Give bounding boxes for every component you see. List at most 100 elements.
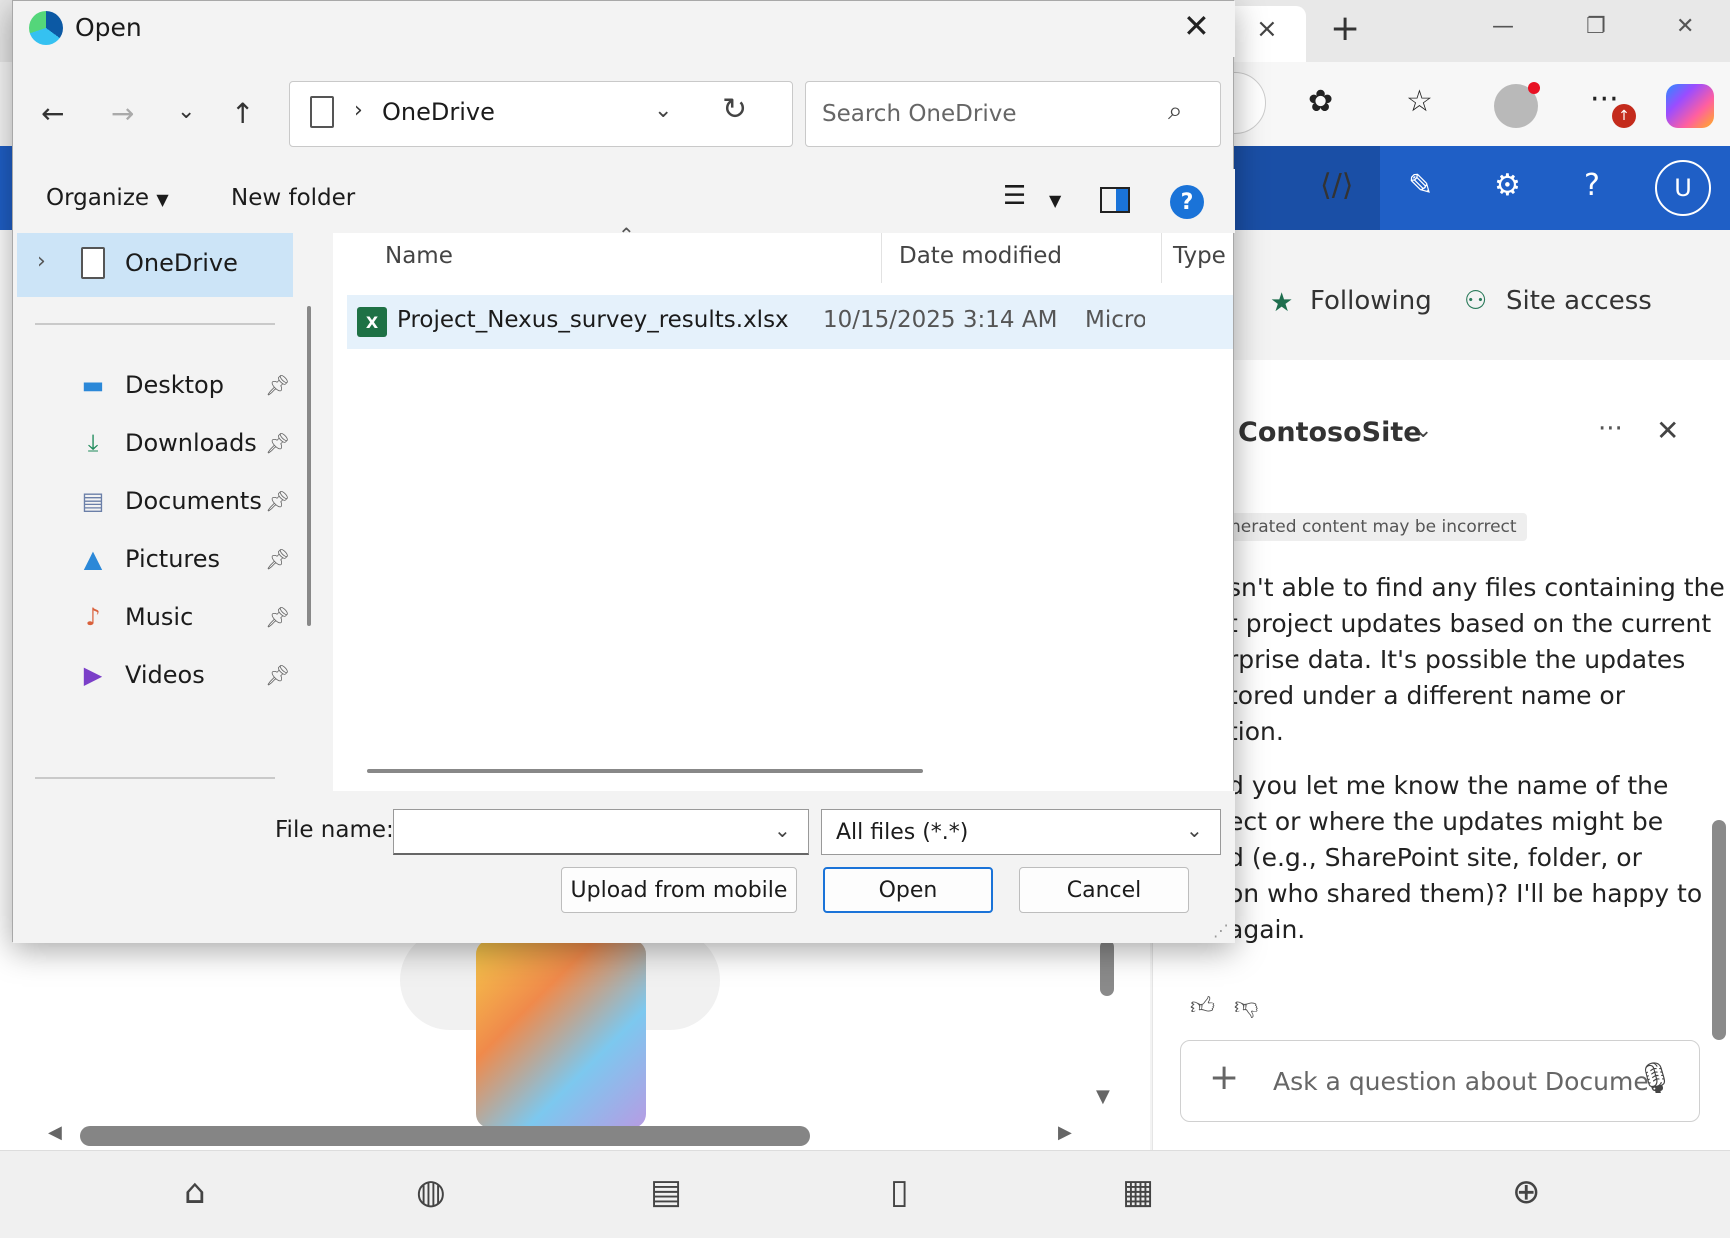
pin-icon[interactable]: 📌︎ [265, 605, 290, 629]
forward-arrow-icon[interactable]: → [111, 97, 134, 130]
new-tab-icon[interactable]: + [1330, 8, 1360, 49]
nav-item-desktop[interactable]: ▬ Desktop 📌︎ [13, 357, 313, 413]
content-scrollbar-thumb[interactable] [1100, 940, 1114, 996]
scroll-right-arrow-icon[interactable]: ▶ [1058, 1122, 1072, 1143]
close-icon[interactable]: ✕ [1183, 7, 1210, 45]
address-bar[interactable]: › OneDrive ⌄ ↻ [289, 81, 793, 147]
chevron-down-icon[interactable]: ⌄ [1186, 818, 1203, 842]
thumbs-up-icon[interactable]: 👍︎ [1190, 992, 1215, 1021]
list-icon[interactable]: ▦ [1122, 1172, 1154, 1212]
file-name-input[interactable] [402, 816, 742, 848]
copilot-panel [1152, 360, 1730, 1150]
copilot-more-icon[interactable]: ··· [1598, 414, 1623, 444]
code-icon[interactable]: ⟨/⟩ [1320, 168, 1354, 203]
user-avatar[interactable]: U [1655, 160, 1711, 216]
copilot-ask-box[interactable]: + Ask a question about Docume 🎙︎ [1180, 1040, 1700, 1122]
recent-locations-chevron-icon[interactable]: ⌄ [177, 99, 195, 124]
copilot-icon[interactable] [1666, 84, 1714, 128]
nav-item-pictures[interactable]: ▲ Pictures 📌︎ [13, 531, 313, 587]
pin-icon[interactable]: 📌︎ [265, 489, 290, 513]
expand-chevron-icon[interactable]: › [37, 249, 46, 274]
caret-down-icon[interactable]: ▼ [156, 190, 168, 209]
horizontal-scrollbar-thumb[interactable] [80, 1126, 810, 1146]
up-arrow-icon[interactable]: ↑ [231, 97, 254, 130]
news-icon[interactable]: ▤ [650, 1172, 682, 1212]
copilot-close-icon[interactable]: ✕ [1656, 414, 1679, 447]
site-access-button[interactable]: Site access [1506, 286, 1652, 316]
tab-close-icon[interactable]: × [1256, 14, 1278, 44]
scroll-down-arrow-icon[interactable]: ▼ [1096, 1086, 1110, 1107]
ask-placeholder[interactable]: Ask a question about Docume [1273, 1067, 1649, 1096]
nav-item-music[interactable]: ♪ Music 📌︎ [13, 589, 313, 645]
file-row[interactable]: X Project_Nexus_survey_results.xlsx 10/1… [347, 295, 1233, 349]
globe-icon[interactable]: ◍ [416, 1172, 446, 1212]
upload-from-mobile-button[interactable]: Upload from mobile [561, 867, 797, 913]
open-button[interactable]: Open [823, 867, 993, 913]
file-list-pane: ⌃ Name Date modified Type X Project_Nexu… [333, 223, 1233, 791]
message-line: tored under a different name or [1228, 681, 1625, 710]
file-list-hscrollbar[interactable] [367, 769, 923, 773]
page-icon [310, 96, 334, 128]
search-icon[interactable]: ⌕ [1168, 96, 1183, 127]
add-circle-icon[interactable]: ⊕ [1512, 1172, 1541, 1212]
preview-pane-icon[interactable] [1100, 187, 1130, 213]
videos-icon: ▶ [83, 661, 103, 689]
following-button[interactable]: Following [1310, 286, 1432, 316]
extensions-icon[interactable]: ✿ [1308, 84, 1333, 119]
chevron-down-icon[interactable]: ⌄ [654, 98, 672, 123]
cancel-button[interactable]: Cancel [1019, 867, 1189, 913]
refresh-icon[interactable]: ↻ [722, 92, 747, 127]
organize-button[interactable]: Organize ▼ [46, 185, 169, 211]
home-icon[interactable]: ⌂ [184, 1172, 206, 1212]
settings-icon[interactable]: ⚙ [1494, 168, 1521, 203]
file-type-value[interactable]: All files (*.*) [836, 820, 968, 845]
edge-logo-icon [29, 11, 63, 45]
column-header-type[interactable]: Type [1173, 243, 1226, 269]
breadcrumb-separator-icon[interactable]: › [354, 98, 363, 123]
pin-icon[interactable]: 📌︎ [265, 373, 290, 397]
column-header-date-modified[interactable]: Date modified [899, 243, 1062, 269]
help-icon[interactable]: ? [1170, 185, 1204, 219]
breadcrumb-location[interactable]: OneDrive [382, 98, 495, 126]
favorites-icon[interactable]: ☆ [1406, 84, 1433, 119]
nav-item-videos[interactable]: ▶ Videos 📌︎ [13, 647, 313, 703]
column-header-name[interactable]: Name [385, 243, 453, 269]
search-input[interactable] [822, 96, 1142, 132]
new-folder-button[interactable]: New folder [231, 185, 355, 211]
restore-icon[interactable]: ❐ [1586, 14, 1606, 39]
downloads-icon: ⤓ [87, 429, 99, 457]
file-name-combobox[interactable]: ⌄ [393, 809, 809, 855]
organize-label[interactable]: Organize [46, 185, 149, 211]
scroll-left-arrow-icon[interactable]: ◀ [48, 1122, 62, 1143]
view-options-caret-icon[interactable]: ▼ [1049, 191, 1061, 210]
copilot-site-title[interactable]: ContosoSite [1238, 417, 1422, 448]
help-icon[interactable]: ? [1584, 168, 1600, 203]
microphone-icon[interactable]: 🎙︎ [1636, 1061, 1674, 1096]
document-icon[interactable]: ▯ [890, 1172, 909, 1212]
resize-grip-icon[interactable]: ⋰ [1213, 921, 1229, 940]
add-icon[interactable]: + [1209, 1057, 1239, 1098]
nav-item-downloads[interactable]: ⤓ Downloads 📌︎ [13, 415, 313, 471]
file-type-select[interactable]: All files (*.*) ⌄ [821, 809, 1221, 855]
copilot-scrollbar-thumb[interactable] [1712, 820, 1726, 1040]
back-arrow-icon[interactable]: ← [41, 97, 64, 130]
file-name[interactable]: Project_Nexus_survey_results.xlsx [397, 307, 789, 333]
feedback-icon[interactable]: ✎ [1408, 168, 1433, 203]
site-access-icon: ⚇ [1464, 286, 1488, 316]
pin-icon[interactable]: 📌︎ [265, 431, 290, 455]
illustration-image [400, 930, 720, 1130]
nav-item-documents[interactable]: ▤ Documents 📌︎ [13, 473, 313, 529]
search-box[interactable]: ⌕ [805, 81, 1221, 147]
minimize-icon[interactable]: — [1492, 14, 1514, 39]
chevron-down-icon[interactable]: ⌄ [774, 818, 791, 842]
pin-icon[interactable]: 📌︎ [265, 663, 290, 687]
column-separator[interactable] [881, 233, 882, 283]
nav-item-onedrive[interactable]: › OneDrive [17, 233, 293, 297]
chevron-down-icon[interactable]: ⌄ [1414, 418, 1432, 443]
window-close-icon[interactable]: ✕ [1676, 14, 1694, 39]
pin-icon[interactable]: 📌︎ [265, 547, 290, 571]
nav-scrollbar-thumb[interactable] [307, 306, 311, 626]
column-separator[interactable] [1161, 233, 1162, 283]
thumbs-down-icon[interactable]: 👎︎ [1234, 992, 1258, 1021]
view-list-icon[interactable]: ☰ [1003, 181, 1026, 211]
